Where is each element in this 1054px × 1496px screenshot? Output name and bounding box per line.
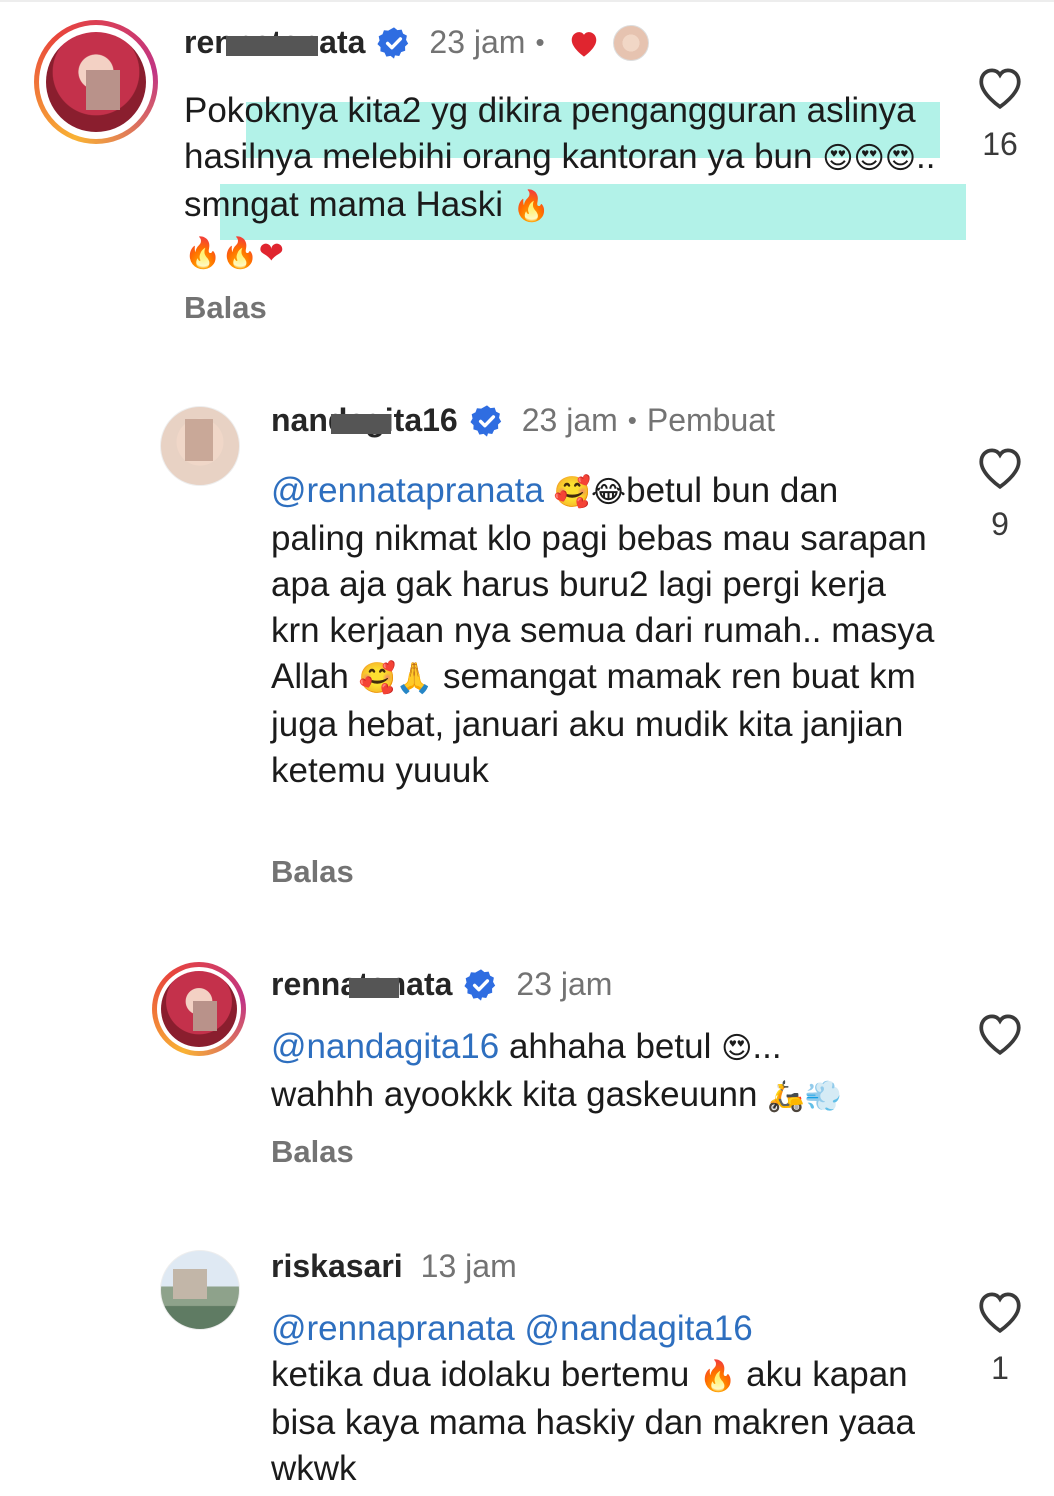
smile-hearteyes-emoji: 😍😍😍 [822, 140, 917, 176]
timestamp: 13 jam [420, 1248, 517, 1284]
comment-2: nandagita16 23 jam • Pembuat @rennatapra… [0, 380, 1054, 920]
creator-liked-heart-icon [571, 31, 596, 57]
mention-link[interactable]: @nandagita16 [525, 1309, 753, 1348]
fire-emoji: 🔥 [512, 188, 551, 224]
comment-3: rennatanata 23 jam @nandagita16 ahhaha b… [0, 948, 1054, 1208]
heart-outline-icon [979, 1014, 1021, 1056]
comment-1: rennatanata 23 jam • Pokoknya kita2 yg d… [0, 0, 1054, 340]
verified-badge-icon [464, 968, 496, 1001]
like-button[interactable]: 9 [970, 444, 1030, 543]
redaction [331, 414, 391, 434]
author-tag: Pembuat [646, 402, 775, 438]
comment-text: Pokoknya kita2 yg dikira pengangguran as… [184, 88, 954, 277]
comment-header: rennatanata 23 jam • [184, 24, 649, 61]
separator-dot: • [627, 405, 637, 435]
heart-eyes-emoji: 😍 [721, 1030, 753, 1066]
separator-dot: • [535, 27, 545, 57]
comment-header: rennatanata 23 jam [271, 966, 612, 1003]
mention-link[interactable]: @rennatapranata [271, 471, 544, 510]
timestamp: 23 jam [429, 24, 526, 60]
heart-outline-icon [979, 1292, 1021, 1334]
like-count: 9 [991, 506, 1009, 542]
smiling-hearts-emoji: 🥰😂 [553, 474, 627, 510]
creator-avatar-small [612, 24, 649, 61]
avatar[interactable] [160, 406, 240, 486]
like-count: 16 [982, 126, 1018, 162]
avatar [46, 32, 146, 132]
avatar [161, 971, 237, 1047]
mention-link[interactable]: @nandagita16 [271, 1027, 499, 1066]
avatar-ring[interactable] [152, 962, 246, 1056]
like-button[interactable]: 1 [970, 1288, 1030, 1387]
comment-header: riskasari 13 jam [271, 1248, 517, 1285]
mention-link[interactable]: @rennapranata [271, 1309, 515, 1348]
reply-button[interactable]: Balas [271, 1134, 354, 1170]
comment-text: @rennatapranata 🥰😂betul bun dan paling n… [271, 471, 935, 790]
avatar-ring[interactable] [34, 20, 158, 144]
fire-emoji: 🔥🔥 [184, 236, 259, 272]
heart-outline-icon [979, 68, 1021, 110]
avatar[interactable] [160, 1250, 240, 1330]
red-heart-emoji: ❤ [258, 236, 284, 272]
comment-text: @nandagita16 ahhaha betul 😍... wahhh ayo… [271, 1024, 951, 1120]
reply-button[interactable]: Balas [271, 854, 354, 890]
like-count: 1 [991, 1350, 1009, 1386]
smiling-hearts-emoji: 🥰🙏 [358, 660, 434, 696]
heart-outline-icon [979, 448, 1021, 490]
comment-header: nandagita16 23 jam • Pembuat [271, 402, 775, 439]
reply-button[interactable]: Balas [184, 290, 267, 326]
timestamp: 23 jam [521, 402, 618, 438]
fire-emoji: 🔥 [699, 1358, 737, 1394]
like-button[interactable] [970, 1010, 1030, 1056]
like-button[interactable]: 16 [970, 64, 1030, 163]
comment-4: riskasari 13 jam @rennapranata @nandagit… [0, 1228, 1054, 1496]
verified-badge-icon [377, 26, 409, 59]
redaction [349, 978, 399, 998]
timestamp: 23 jam [516, 966, 613, 1002]
username[interactable]: riskasari [271, 1248, 403, 1285]
scooter-dash-emoji: 🛵💨 [767, 1078, 842, 1114]
verified-badge-icon [470, 404, 501, 437]
redaction [226, 36, 318, 56]
comment-text: @rennapranata @nandagita16 ketika dua id… [271, 1309, 915, 1488]
